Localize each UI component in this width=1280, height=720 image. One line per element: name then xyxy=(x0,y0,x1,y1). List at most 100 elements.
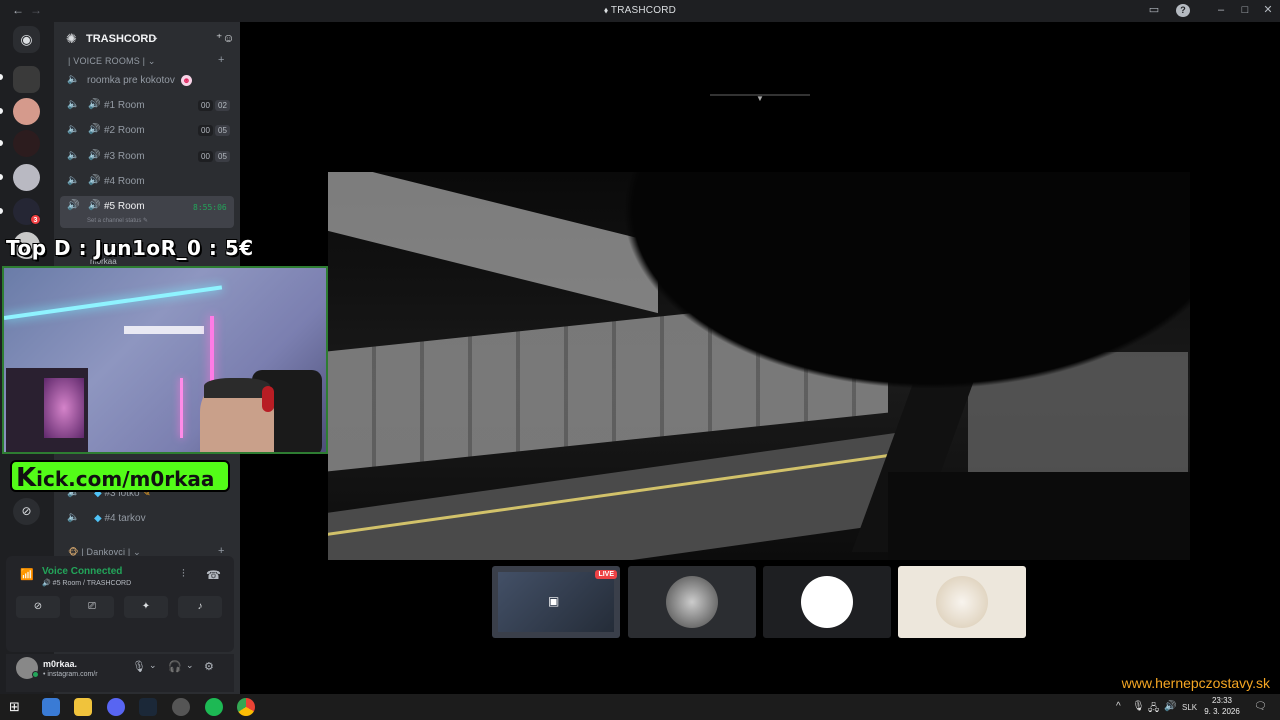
minimize-icon[interactable]: – xyxy=(1214,4,1228,17)
settings-gear-icon[interactable]: ⚙ xyxy=(204,660,214,673)
top-donor-overlay: Top D : Jun1oR_0 : 5€ xyxy=(6,236,254,260)
voice-panel: 📶 Voice Connected 🔊 #5 Room / TRASHCORD … xyxy=(6,556,234,652)
unread-indicator xyxy=(0,74,3,80)
channel-room-4[interactable]: 🔈 🔊 #4 Room xyxy=(60,171,234,193)
explorer-icon[interactable] xyxy=(42,698,60,716)
speaker-icon: 🔊 xyxy=(88,150,101,161)
username[interactable]: m0rkaa. xyxy=(43,659,77,669)
guild-header[interactable]: ✺ TRASHCORD ⌄ ⁺☺ xyxy=(54,22,240,56)
channel-room-5[interactable]: 🔊 🔊 #5 Room 8:55:06 Set a channel status… xyxy=(60,196,234,228)
voice-connected-subtitle[interactable]: 🔊 #5 Room / TRASHCORD xyxy=(42,579,131,587)
help-icon[interactable]: ? xyxy=(1176,4,1190,17)
unread-indicator xyxy=(0,108,3,114)
unread-indicator xyxy=(0,140,3,146)
user-limit: 02 xyxy=(215,100,230,111)
title-bar: ← → ⬧ TRASHCORD ▭ ? – □ ✕ xyxy=(0,0,1280,22)
speaker-icon: 🔈 xyxy=(67,99,80,110)
user-custom-status: • instagram.com/r xyxy=(43,671,98,678)
add-channel-icon[interactable]: + xyxy=(218,54,225,66)
server-icon-3[interactable] xyxy=(13,130,40,157)
screen-share-icon: ⎚ xyxy=(88,601,96,612)
activities-icon: ✦ xyxy=(141,601,151,612)
live-badge: LIVE xyxy=(595,570,617,579)
discord-small-icon: ⬧ xyxy=(603,5,611,15)
channel-tarkov[interactable]: 🔈 ◆ #4 tarkov xyxy=(60,508,234,530)
kick-banner: Kick.com/m0rkaa xyxy=(10,460,230,493)
chevron-down-icon[interactable]: ⌄ xyxy=(186,660,194,671)
network-icon[interactable]: 🖧 xyxy=(1148,701,1159,718)
tray-chevron-icon[interactable]: ^ xyxy=(1116,701,1121,712)
signal-icon[interactable]: 📶 xyxy=(20,568,34,581)
channel-room-3[interactable]: 🔈 🔊 #3 Room 00 05 xyxy=(60,146,234,168)
participant-tile-2[interactable] xyxy=(628,566,756,638)
clock[interactable]: 23:33 9. 3. 2026 xyxy=(1200,695,1244,717)
mention-badge: 3 xyxy=(30,214,41,225)
discord-icon[interactable] xyxy=(107,698,125,716)
camera-off-icon: ⊘ xyxy=(33,601,43,612)
windows-start-icon[interactable]: ⊞ xyxy=(9,699,20,715)
participant-tile-3[interactable] xyxy=(763,566,891,638)
user-limit: 05 xyxy=(215,125,230,136)
emoji-icon: ☻ xyxy=(181,75,192,86)
folder-icon[interactable] xyxy=(74,698,92,716)
speaker-icon: 🔈 xyxy=(67,150,80,161)
channel-roomka[interactable]: 🔈 roomka pre kokotov ☻ xyxy=(60,70,234,92)
chevron-down-icon[interactable]: ▼ xyxy=(756,94,764,103)
server-icon-2[interactable] xyxy=(13,98,40,125)
screen-share-icon: ▣ xyxy=(548,594,560,608)
online-status-icon xyxy=(32,671,39,678)
server-icon-1[interactable] xyxy=(13,66,40,93)
discord-home-icon[interactable]: ◉ xyxy=(13,26,40,53)
volume-icon[interactable]: 🔊 xyxy=(1164,701,1176,712)
speaker-icon: 🔊 xyxy=(88,99,101,110)
soundboard-icon[interactable]: ⫶ xyxy=(182,568,185,581)
channel-room-2[interactable]: 🔈 🔊 #2 Room 00 05 xyxy=(60,120,234,142)
server-icon-4[interactable] xyxy=(13,164,40,191)
speaker-icon: 🔊 xyxy=(88,175,101,186)
user-count: 00 xyxy=(198,151,213,162)
microphone-tray-icon[interactable]: 🎙 xyxy=(1132,701,1145,712)
taskbar: ⊞ ^ 🎙 🖧 🔊 SLK 23:33 9. 3. 2026 🗨 xyxy=(0,694,1280,720)
user-count: 00 xyxy=(198,100,213,111)
language-indicator[interactable]: SLK xyxy=(1182,703,1197,712)
disconnect-icon[interactable]: ☎ xyxy=(206,568,221,582)
discover-icon[interactable]: ⊘ xyxy=(13,498,40,525)
speaker-active-icon: 🔊 xyxy=(67,200,80,211)
soundboard-button[interactable]: ♪ xyxy=(178,596,222,618)
user-bar: m0rkaa. • instagram.com/r 🎙 ⌄ 🎧 ⌄ ⚙ xyxy=(6,654,234,692)
speaker-icon: 🔈 xyxy=(67,124,80,135)
avatar xyxy=(801,576,853,628)
notifications-icon[interactable]: 🗨 xyxy=(1254,701,1267,712)
spotify-icon[interactable] xyxy=(205,698,223,716)
channel-timer: 8:55:06 xyxy=(193,203,227,212)
speaker-icon: 🔈 xyxy=(67,175,80,186)
watermark: www.hernepczostavy.sk xyxy=(1121,675,1270,691)
channel-room-1[interactable]: 🔈 🔊 #1 Room 00 02 xyxy=(60,95,234,117)
stream-video[interactable] xyxy=(328,172,1190,560)
unread-indicator xyxy=(0,208,3,214)
headphones-icon[interactable]: 🎧 xyxy=(168,660,182,673)
server-settings-icon: ✺ xyxy=(66,31,77,46)
activities-button[interactable]: ✦ xyxy=(124,596,168,618)
user-count: 00 xyxy=(198,125,213,136)
inbox-icon[interactable]: ▭ xyxy=(1147,4,1161,17)
camera-off-button[interactable]: ⊘ xyxy=(16,596,60,618)
close-icon[interactable]: ✕ xyxy=(1261,4,1275,17)
chevron-down-icon[interactable]: ⌄ xyxy=(149,660,157,671)
unread-indicator xyxy=(0,174,3,180)
category-voice-rooms[interactable]: | VOICE ROOMS | ⌄ xyxy=(68,56,156,67)
voice-locked-icon: 🔈 xyxy=(67,74,80,85)
webcam-overlay xyxy=(2,266,328,454)
speaker-icon: 🔊 xyxy=(88,200,101,211)
chrome-icon[interactable] xyxy=(237,698,255,716)
participant-tile-4[interactable] xyxy=(898,566,1026,638)
add-member-icon[interactable]: ⁺☺ xyxy=(216,31,235,45)
avatar xyxy=(936,576,988,628)
steam-icon[interactable] xyxy=(139,698,157,716)
maximize-icon[interactable]: □ xyxy=(1238,4,1252,17)
microphone-icon[interactable]: 🎙 xyxy=(132,660,146,673)
screen-share-button[interactable]: ⎚ xyxy=(70,596,114,618)
participant-tile-stream[interactable]: LIVE ▣ xyxy=(492,566,620,638)
channel-status[interactable]: Set a channel status ✎ xyxy=(87,217,148,224)
obs-icon[interactable] xyxy=(172,698,190,716)
